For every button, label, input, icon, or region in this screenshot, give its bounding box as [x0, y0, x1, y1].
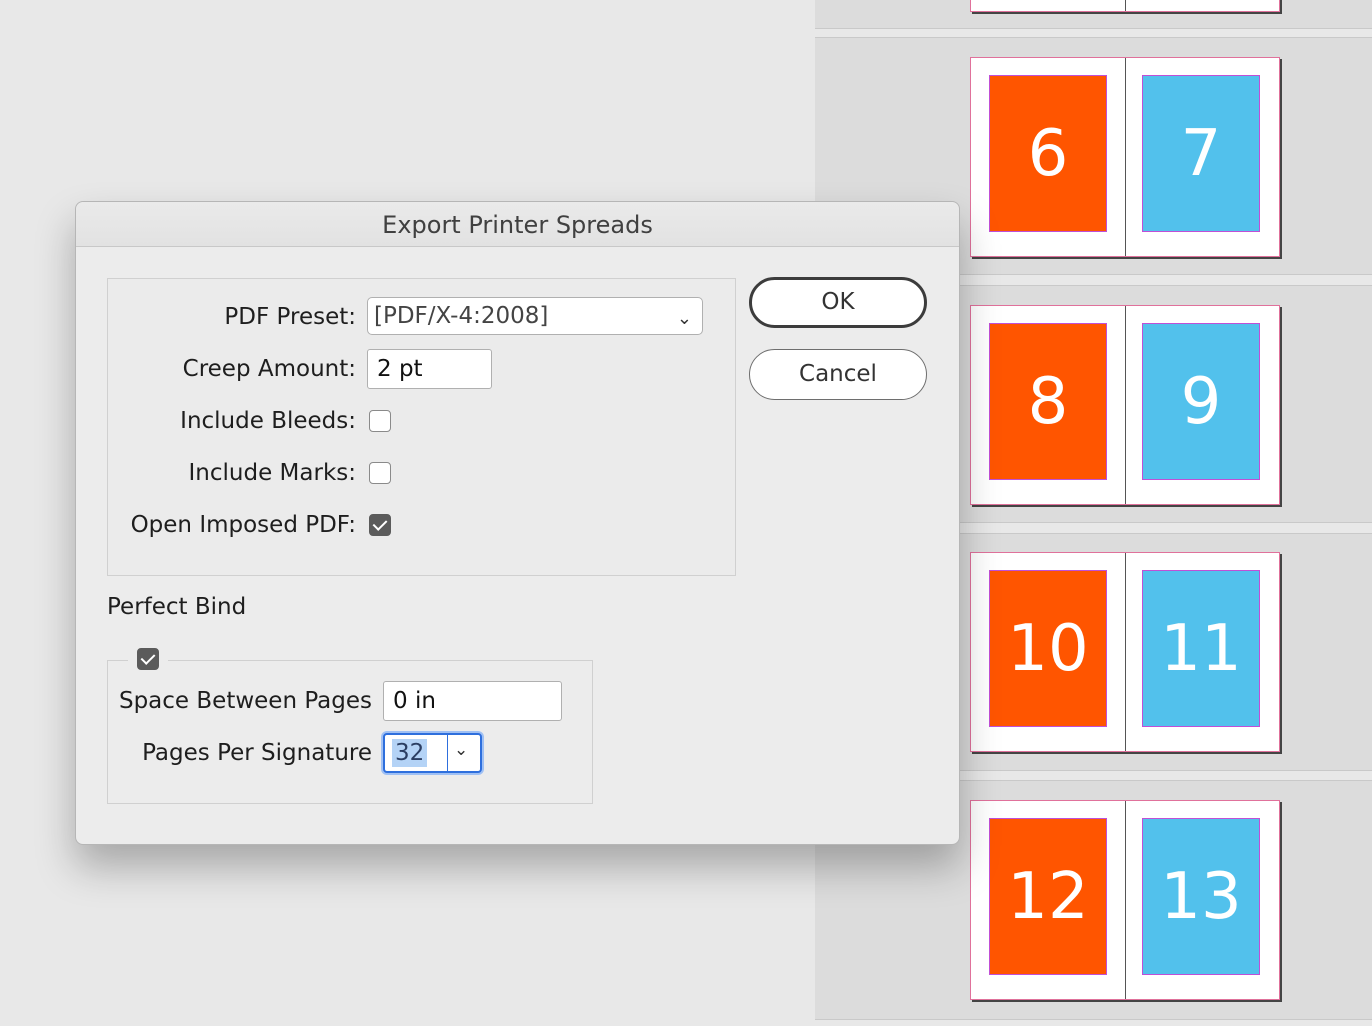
pdf-preset-select[interactable]: [PDF/X-4:2008] ⌄	[367, 297, 703, 335]
page-thumbnail[interactable]: 11	[1142, 570, 1260, 727]
include-bleeds-label: Include Bleeds:	[180, 408, 356, 434]
spread-partial[interactable]	[970, 0, 1280, 12]
page-thumbnail[interactable]: 6	[989, 75, 1107, 232]
space-between-pages-label: Space Between Pages	[118, 688, 372, 714]
spread-12-13[interactable]: 12 13	[970, 800, 1280, 1000]
creep-amount-field[interactable]: 2 pt	[367, 349, 492, 389]
export-printer-spreads-dialog: Export Printer Spreads PDF Preset: [PDF/…	[75, 201, 960, 845]
perfect-bind-heading: Perfect Bind	[107, 594, 247, 620]
page-thumbnail[interactable]: 7	[1142, 75, 1260, 232]
spread-6-7[interactable]: 6 7	[970, 57, 1280, 257]
pdf-preset-value: [PDF/X-4:2008]	[374, 303, 549, 329]
perfect-bind-checkbox[interactable]	[137, 648, 159, 670]
pdf-preset-label: PDF Preset:	[224, 304, 356, 330]
space-between-pages-field[interactable]: 0 in	[383, 681, 562, 721]
pages-per-signature-combo[interactable]: 32 ⌄	[383, 733, 482, 773]
pages-per-signature-label: Pages Per Signature	[142, 740, 372, 766]
include-marks-checkbox[interactable]	[369, 462, 391, 484]
spread-10-11[interactable]: 10 11	[970, 552, 1280, 752]
page-thumbnail[interactable]: 9	[1142, 323, 1260, 480]
include-bleeds-checkbox[interactable]	[369, 410, 391, 432]
pages-per-signature-value[interactable]: 32	[392, 739, 428, 767]
creep-amount-label: Creep Amount:	[182, 356, 356, 382]
ok-button[interactable]: OK	[749, 277, 927, 328]
chevron-down-icon[interactable]: ⌄	[454, 740, 468, 760]
open-imposed-pdf-checkbox[interactable]	[369, 514, 391, 536]
spread-8-9[interactable]: 8 9	[970, 305, 1280, 505]
include-marks-label: Include Marks:	[188, 460, 356, 486]
page-thumbnail[interactable]: 8	[989, 323, 1107, 480]
cancel-button[interactable]: Cancel	[749, 349, 927, 400]
chevron-down-icon: ⌄	[676, 308, 692, 329]
page-thumbnail[interactable]: 10	[989, 570, 1107, 727]
dialog-title: Export Printer Spreads	[76, 202, 959, 247]
open-imposed-pdf-label: Open Imposed PDF:	[130, 512, 356, 538]
page-thumbnail[interactable]: 12	[989, 818, 1107, 975]
page-thumbnail[interactable]: 13	[1142, 818, 1260, 975]
